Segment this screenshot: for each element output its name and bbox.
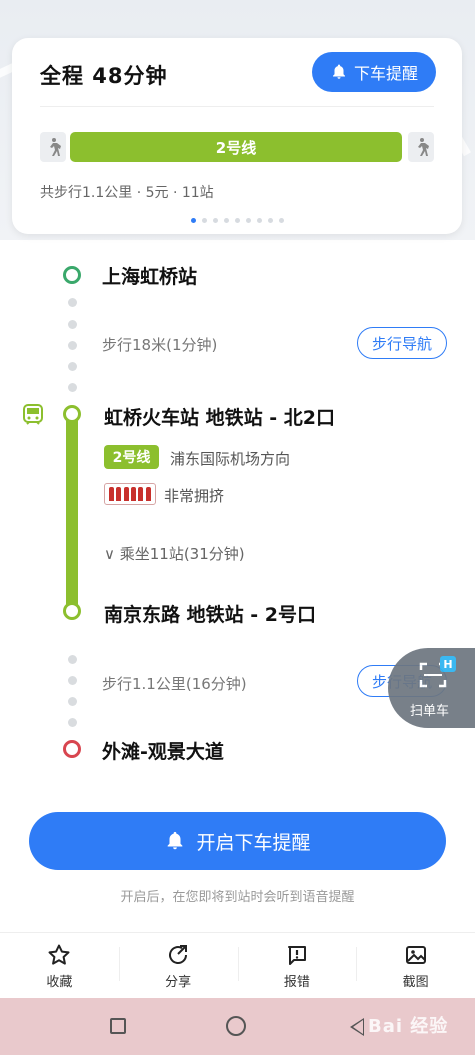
walk-dot	[68, 320, 77, 329]
line-tag: 2号线	[104, 445, 159, 469]
scan-bike-button[interactable]: H 扫单车	[388, 648, 475, 728]
walk-dot	[68, 655, 77, 664]
report-error-button[interactable]: 报错	[237, 933, 357, 999]
page-dot	[234, 218, 240, 223]
screenshot-label: 截图	[402, 974, 429, 990]
start-stop-marker	[63, 266, 81, 284]
walk-navigation-button[interactable]: 步行导航	[357, 327, 447, 359]
total-duration: 全程 48分钟	[40, 64, 168, 88]
star-icon	[48, 944, 70, 965]
walk-dot	[68, 341, 77, 350]
board-station[interactable]: 虹桥火车站 地铁站 - 北2口	[104, 403, 335, 430]
report-error-label: 报错	[283, 974, 310, 990]
crowd-level: 非常拥挤	[164, 487, 225, 505]
alight-stop-marker	[63, 602, 81, 620]
walk-dot	[68, 298, 77, 307]
walking-person-icon	[50, 138, 61, 156]
walk-dot	[68, 362, 77, 371]
walk-segment-end	[408, 132, 434, 162]
report-icon	[287, 945, 306, 965]
walk-segment-start	[40, 132, 66, 162]
page-dot	[223, 218, 229, 223]
start-alight-reminder-label: 开启下车提醒	[196, 831, 311, 854]
page-dot	[278, 218, 284, 223]
walk-segment-2: 步行1.1公里(16分钟)	[102, 675, 247, 693]
end-stop-marker	[63, 740, 81, 758]
walk-segment-1: 步行18米(1分钟)	[102, 336, 218, 354]
screenshot-button[interactable]: 截图	[356, 933, 475, 999]
bell-icon	[168, 831, 183, 850]
page-dot	[267, 218, 273, 223]
subway-line-track	[66, 414, 78, 612]
alight-reminder-label: 下车提醒	[353, 64, 418, 83]
walk-dot	[68, 718, 77, 727]
h-badge: H	[440, 656, 456, 672]
walk-dot	[68, 697, 77, 706]
page-dot	[245, 218, 251, 223]
favorite-button[interactable]: 收藏	[0, 933, 119, 999]
scan-bike-label: 扫单车	[410, 704, 450, 719]
route-summary-card[interactable]: 全程 48分钟 下车提醒 2号线 共步行1.1公里 · 5元 · 11站	[12, 38, 462, 234]
walking-person-icon	[418, 138, 429, 156]
page-dot	[212, 218, 218, 223]
board-stop-marker	[63, 405, 81, 423]
walk-dot	[68, 676, 77, 685]
reminder-hint: 开启后，在您即将到站时会听到语音提醒	[120, 890, 355, 905]
recent-apps-icon[interactable]	[110, 1018, 126, 1034]
bell-icon	[332, 64, 345, 79]
crowd-people-icon	[104, 483, 156, 505]
route-meta: 共步行1.1公里 · 5元 · 11站	[40, 185, 214, 201]
page-dot	[256, 218, 262, 223]
end-station[interactable]: 外滩-观景大道	[102, 737, 224, 764]
back-icon[interactable]	[350, 1018, 364, 1036]
start-station[interactable]: 上海虹桥站	[102, 262, 197, 289]
page-dot	[201, 218, 207, 223]
direction-text: 浦东国际机场方向	[170, 450, 291, 468]
divider	[40, 106, 434, 107]
watermark: Bai 经验	[368, 1016, 449, 1037]
alight-station[interactable]: 南京东路 地铁站 - 2号口	[104, 600, 316, 627]
ride-stops-toggle[interactable]: ∨ 乘坐11站(31分钟)	[104, 543, 245, 564]
image-icon	[405, 945, 426, 964]
share-button[interactable]: 分享	[118, 933, 238, 999]
favorite-label: 收藏	[46, 974, 73, 990]
page-indicator	[12, 218, 462, 223]
line-segment-bar: 2号线	[70, 132, 402, 162]
home-icon[interactable]	[226, 1016, 246, 1036]
page-dot	[190, 218, 196, 223]
alight-reminder-button[interactable]: 下车提醒	[312, 52, 436, 92]
start-alight-reminder-button[interactable]: 开启下车提醒	[29, 812, 446, 870]
subway-train-icon	[23, 404, 43, 425]
bottom-toolbar: 收藏 分享 报错 截图	[0, 932, 475, 999]
share-label: 分享	[165, 974, 192, 990]
share-icon	[169, 944, 188, 964]
walk-dot	[68, 383, 77, 392]
